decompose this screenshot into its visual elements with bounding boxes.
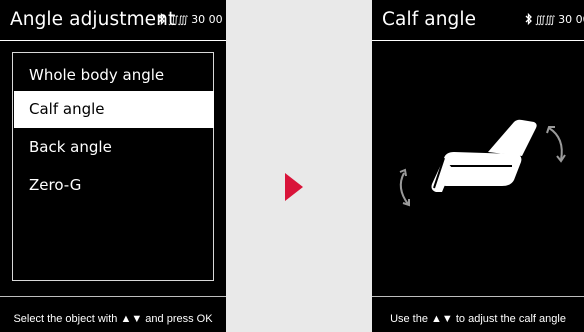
menu-item-zero-g[interactable]: Zero-G [14,167,214,204]
heat-icon: ∭∭ [535,15,555,26]
bluetooth-icon [158,12,165,26]
rotate-ccw-icon [399,168,410,207]
status-indicators: ∭∭30 00 [525,12,584,26]
bluetooth-icon [525,12,532,26]
title-divider [0,40,226,41]
footer-hint: Select the object with ▲▼ and press OK [13,313,213,325]
title-bar: Angle adjustment ∭∭ 30 00 [0,0,226,40]
status-indicators: ∭∭30 00 [158,12,223,26]
footer-divider [372,296,584,297]
heat-icon: ∭∭ [168,15,188,26]
title-divider [372,40,584,41]
screen-title: Angle adjustment [10,9,176,30]
footer-hint: Use the ▲▼ to adjust the calf angle [390,313,566,325]
next-arrow-icon [285,173,303,201]
status-value: 30 00 [558,13,584,26]
footer-divider [0,296,226,297]
menu-item-calf-angle[interactable]: Calf angle [14,91,214,128]
status-value: 30 00 [191,13,223,26]
title-bar: Calf angle ∭∭30 00 [372,0,584,40]
rotate-cw-icon [546,126,566,163]
massage-chair-icon [431,119,537,192]
menu-list: Whole body angle Calf angle Back angle Z… [12,52,214,281]
screen-title: Calf angle [382,9,477,30]
menu-item-whole-body-angle[interactable]: Whole body angle [14,57,214,94]
menu-screen: Angle adjustment ∭∭ 30 00 Whole body angl… [0,0,226,332]
menu-item-back-angle[interactable]: Back angle [14,129,214,166]
